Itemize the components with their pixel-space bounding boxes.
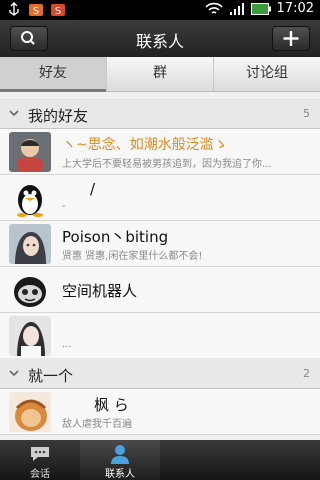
status-time: 17:02 (276, 1, 314, 16)
contact-row[interactable]: 空间机器人 (0, 267, 320, 313)
avatar (9, 316, 51, 356)
tab-friends[interactable]: 好友 (0, 57, 106, 92)
contact-tabs: 好友 群 讨论组 (0, 57, 320, 92)
robot-avatar (9, 270, 51, 310)
app-notification-icon-2: S (51, 4, 65, 17)
avatar (9, 132, 51, 172)
group-count: 5 (303, 107, 310, 120)
svg-text:S: S (33, 6, 39, 17)
status-bar: S S 17:02 (0, 0, 320, 20)
contact-signature: 上大学后不要轻易被男孩追到，因为我追了你... (62, 159, 272, 170)
group-header-just-one[interactable]: 就一个 2 (0, 357, 320, 389)
avatar (9, 224, 51, 264)
group-header-my-friends[interactable]: 我的好友 5 (0, 97, 320, 129)
contact-row[interactable]: / - (0, 175, 320, 221)
plus-icon (283, 31, 299, 46)
contact-name: ヽ~思念、如潮水般泛滥ゝ (62, 137, 228, 153)
penguin-avatar (9, 178, 51, 218)
add-contact-button[interactable] (272, 26, 310, 51)
contact-name: 空间机器人 (62, 282, 138, 300)
contact-signature: 贤惠 贤惠,闲在家里什么都不会! (62, 251, 203, 262)
contact-signature: ... (62, 339, 72, 350)
avatar (9, 392, 51, 432)
person-icon (111, 445, 129, 464)
nav-tab-label: 会话 (30, 469, 50, 480)
chevron-down-icon (9, 110, 19, 117)
group-count: 2 (303, 367, 310, 380)
svg-text:S: S (55, 6, 61, 17)
group-name: 就一个 (28, 367, 74, 385)
contact-row[interactable]: 枫 ら 敌人虐我千百遍 (0, 389, 320, 435)
app-notification-icon: S (29, 4, 43, 17)
usb-icon (9, 2, 19, 16)
signal-icon (229, 2, 244, 15)
contact-name: Poison丶biting (62, 228, 169, 246)
battery-icon (250, 2, 271, 15)
nav-tab-conversations[interactable]: 会话 (0, 440, 80, 480)
group-name: 我的好友 (28, 107, 89, 125)
tab-groups[interactable]: 群 (106, 57, 213, 91)
wifi-icon (204, 2, 223, 14)
title-bar: 联系人 (0, 20, 320, 57)
nav-tab-contacts[interactable]: 联系人 (80, 440, 160, 480)
chevron-down-icon (9, 370, 19, 377)
contact-row[interactable]: ... (0, 313, 320, 359)
contact-name: 枫 ら (94, 396, 129, 414)
nav-tab-label: 联系人 (105, 469, 135, 480)
chat-bubble-icon (31, 447, 49, 461)
contact-signature: - (62, 201, 66, 212)
contact-name: / (90, 180, 96, 198)
bottom-navigation: 会话 联系人 (0, 440, 320, 480)
tab-discussions[interactable]: 讨论组 (213, 57, 320, 91)
contact-row[interactable]: ヽ~思念、如潮水般泛滥ゝ 上大学后不要轻易被男孩追到，因为我追了你... (0, 129, 320, 175)
contact-row[interactable]: Poison丶biting 贤惠 贤惠,闲在家里什么都不会! (0, 221, 320, 267)
contact-signature: 敌人虐我千百遍 (62, 419, 132, 430)
